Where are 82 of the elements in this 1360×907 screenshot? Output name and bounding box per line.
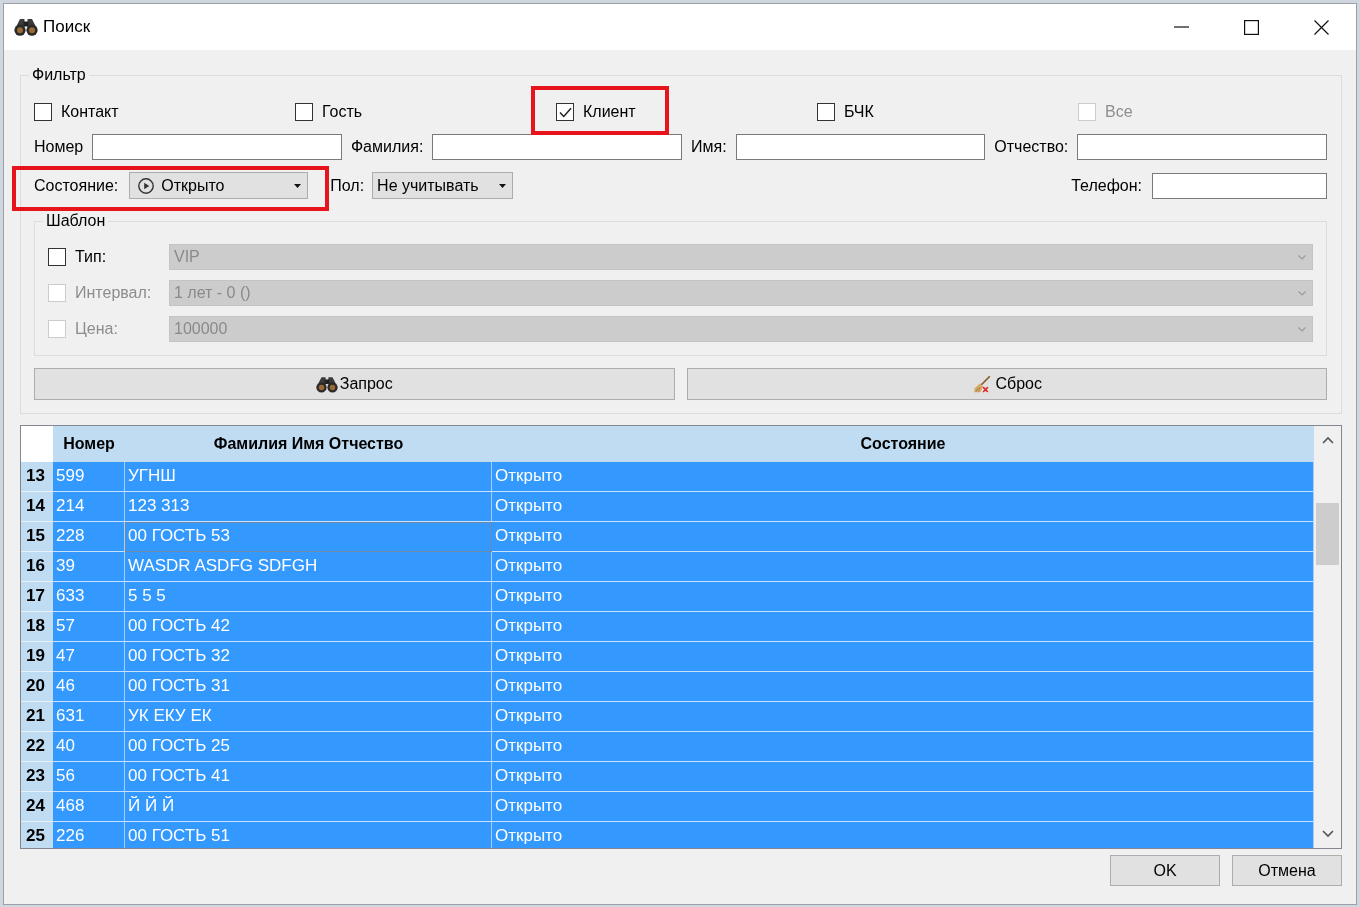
- row-header: 14: [21, 492, 53, 522]
- dialog-button[interactable]: OK: [1110, 855, 1220, 886]
- caret-icon: [294, 183, 302, 188]
- table-row[interactable]: 20 46 00 ГОСТЬ 31 Открыто: [21, 672, 1314, 702]
- column-header[interactable]: Состояние: [492, 426, 1314, 462]
- row-header: 25: [21, 822, 53, 848]
- chevron-down-icon: [1298, 254, 1306, 260]
- row-header: 23: [21, 762, 53, 792]
- text-field[interactable]: [92, 134, 342, 160]
- maximize-icon: [1243, 19, 1259, 35]
- field-label: Имя:: [691, 138, 727, 156]
- table-row[interactable]: 23 56 00 ГОСТЬ 41 Открыто: [21, 762, 1314, 792]
- scrollbar[interactable]: [1314, 426, 1341, 848]
- row-header: 20: [21, 672, 53, 702]
- binoculars-icon: [315, 375, 338, 393]
- checkbox[interactable]: [817, 103, 835, 121]
- field-label: Номер: [34, 138, 84, 156]
- row-header: 13: [21, 462, 53, 492]
- checkbox-label: Все: [1105, 103, 1133, 121]
- checkbox[interactable]: [295, 103, 313, 121]
- reset-button[interactable]: Сброс: [686, 368, 1327, 400]
- text-field[interactable]: [432, 134, 682, 160]
- checkmark-icon: [558, 106, 572, 118]
- table-cell: 00 ГОСТЬ 51: [125, 822, 492, 848]
- field-label: Фамилия:: [350, 138, 424, 156]
- dropdown[interactable]: Открыто: [129, 172, 309, 199]
- checkbox-label: Клиент: [583, 103, 636, 121]
- close-icon: [1313, 19, 1329, 35]
- table-cell: 123 313: [125, 492, 492, 522]
- group-title: Фильтр: [29, 66, 89, 84]
- table-row[interactable]: 14 214 123 313 Открыто: [21, 492, 1314, 522]
- text-field[interactable]: [735, 134, 986, 160]
- field-label: Отчество:: [994, 138, 1069, 156]
- chevron-down-icon: [1298, 326, 1306, 332]
- binoculars-icon: [14, 18, 38, 36]
- text-field[interactable]: [1152, 172, 1327, 199]
- row-header: 22: [21, 732, 53, 762]
- field-label: Телефон:: [1071, 176, 1142, 195]
- dialog-button[interactable]: Отмена: [1232, 855, 1342, 886]
- row-header: 21: [21, 702, 53, 732]
- row-header: 17: [21, 582, 53, 612]
- checkbox-label: Контакт: [61, 103, 119, 121]
- field-label: Цена:: [75, 320, 119, 338]
- table-row[interactable]: 16 39 WASDR ASDFG SDFGH Открыто: [21, 552, 1314, 582]
- table-row[interactable]: 18 57 00 ГОСТЬ 42 Открыто: [21, 612, 1314, 642]
- column-header[interactable]: Номер: [53, 426, 125, 462]
- table-row[interactable]: 21 631 УК ЕКУ ЕК Открыто: [21, 702, 1314, 732]
- table-row[interactable]: 15 228 00 ГОСТЬ 53 Открыто: [21, 522, 1314, 552]
- chevron-up-icon[interactable]: [1321, 436, 1334, 444]
- row-header: 24: [21, 792, 53, 822]
- table-cell: 226: [53, 822, 125, 848]
- checkbox[interactable]: [48, 248, 66, 266]
- scrollbar-thumb[interactable]: [1316, 503, 1339, 565]
- play-circle-icon: [138, 177, 155, 194]
- row-header: 18: [21, 612, 53, 642]
- chevron-down-icon[interactable]: [1321, 830, 1334, 838]
- row-header: 16: [21, 552, 53, 582]
- checkbox[interactable]: [556, 103, 574, 121]
- table-row[interactable]: 13 599 УГНШ Открыто: [21, 462, 1314, 492]
- table-row[interactable]: 17 633 5 5 5 Открыто: [21, 582, 1314, 612]
- field-label: Тип:: [75, 248, 108, 266]
- table-row[interactable]: 22 40 00 ГОСТЬ 25 Открыто: [21, 732, 1314, 762]
- caret-icon: [499, 183, 507, 188]
- field-label: Пол:: [330, 176, 365, 195]
- table-row[interactable]: 24 468 Й Й Й Открыто: [21, 792, 1314, 822]
- minimize-icon: [1173, 26, 1189, 28]
- checkbox-label: БЧК: [844, 103, 874, 121]
- table-row[interactable]: 19 47 00 ГОСТЬ 32 Открыто: [21, 642, 1314, 672]
- checkbox-label: Гость: [322, 103, 363, 121]
- row-header: 15: [21, 522, 53, 552]
- table-row[interactable]: 25 226 00 ГОСТЬ 51 Открыто: [21, 822, 1314, 848]
- row-header: 19: [21, 642, 53, 672]
- window-title: Поиск: [43, 17, 91, 37]
- search-button[interactable]: Запрос: [34, 368, 675, 400]
- field-label: Интервал:: [75, 284, 153, 302]
- dropdown[interactable]: Не учитывать: [372, 172, 514, 199]
- checkbox[interactable]: [34, 103, 52, 121]
- table-cell: 00 ГОСТЬ 53: [125, 522, 492, 552]
- column-header[interactable]: Фамилия Имя Отчество: [125, 426, 492, 462]
- chevron-down-icon: [1298, 290, 1306, 296]
- text-field[interactable]: [1077, 134, 1327, 160]
- field-label: Состояние:: [34, 176, 119, 195]
